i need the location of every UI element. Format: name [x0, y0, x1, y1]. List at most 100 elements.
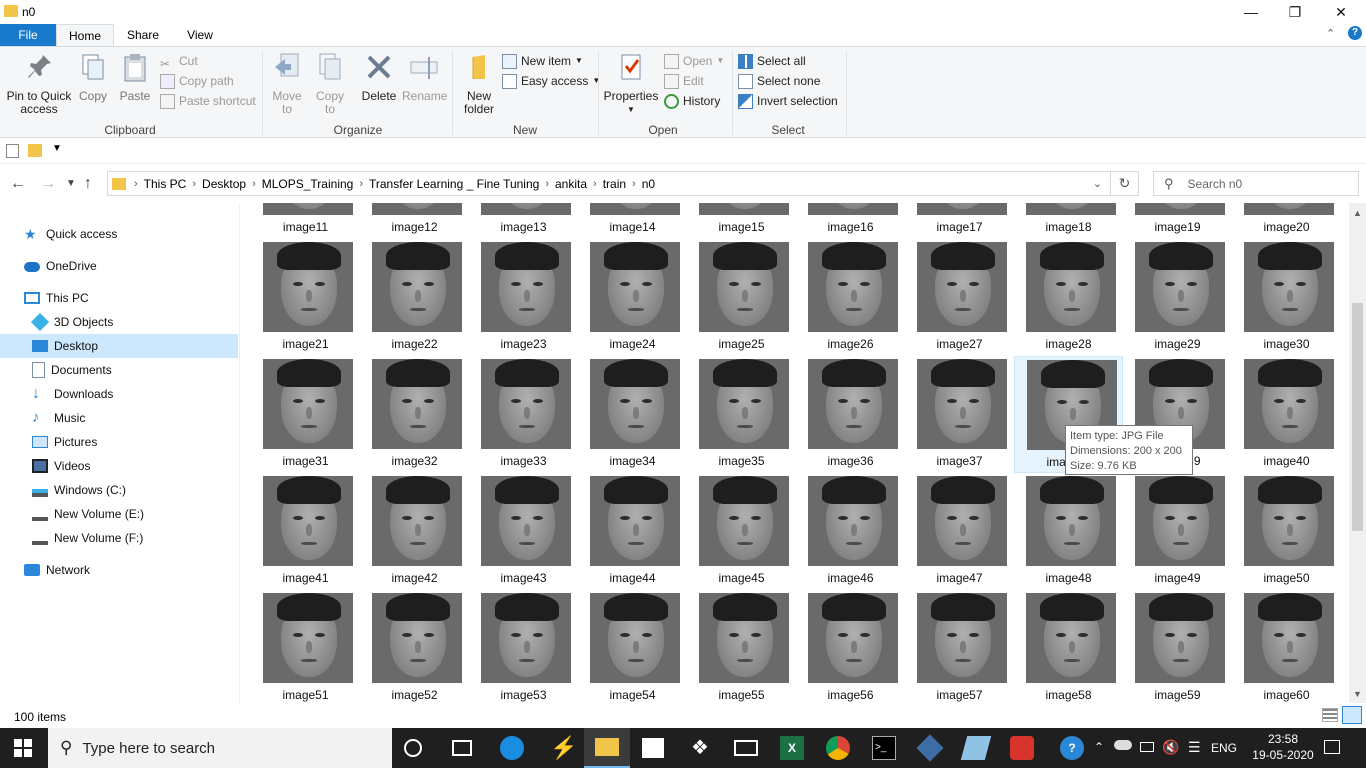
breadcrumb-desktop[interactable]: Desktop	[202, 177, 246, 191]
copy-to-button[interactable]: Copy to	[310, 51, 350, 116]
scroll-down-icon[interactable]: ▼	[1349, 686, 1366, 703]
select-none-button[interactable]: Select none	[738, 71, 842, 91]
file-item[interactable]: image47	[905, 473, 1014, 590]
file-item[interactable]: image33	[469, 356, 578, 473]
breadcrumb-ankita[interactable]: ankita	[555, 177, 587, 191]
file-item[interactable]: image21	[251, 239, 360, 356]
app-red-icon[interactable]	[1010, 736, 1034, 760]
file-item[interactable]: image49	[1123, 473, 1232, 590]
pin-quick-access-button[interactable]: Pin to Quick access	[4, 51, 74, 116]
nav-music[interactable]: ♪ Music	[0, 406, 238, 430]
file-item[interactable]: image54	[578, 590, 687, 703]
tab-file[interactable]: File	[0, 24, 56, 46]
file-item[interactable]: image46	[796, 473, 905, 590]
breadcrumb-transfer-learning[interactable]: Transfer Learning _ Fine Tuning	[369, 177, 539, 191]
restore-button[interactable]: ❐	[1272, 0, 1318, 24]
minimize-button[interactable]: —	[1228, 0, 1274, 24]
details-view-icon[interactable]	[1322, 708, 1338, 722]
file-item[interactable]: image59	[1123, 590, 1232, 703]
file-item[interactable]: image36	[796, 356, 905, 473]
file-item[interactable]: image15	[687, 203, 796, 239]
up-icon[interactable]: ↑	[84, 175, 92, 193]
select-all-button[interactable]: Select all	[738, 51, 842, 71]
edge-icon[interactable]	[500, 736, 524, 760]
file-item[interactable]: image41	[251, 473, 360, 590]
terminal-icon[interactable]: >_	[872, 736, 896, 760]
file-item[interactable]: image24	[578, 239, 687, 356]
file-item[interactable]: image22	[360, 239, 469, 356]
nav-volume-e[interactable]: New Volume (E:)	[0, 502, 238, 526]
file-item[interactable]: image25	[687, 239, 796, 356]
properties-button[interactable]: Properties ▼	[602, 51, 660, 116]
breadcrumb-mlops[interactable]: MLOPS_Training	[262, 177, 354, 191]
app-icon[interactable]	[960, 736, 992, 760]
tab-home[interactable]: Home	[56, 24, 114, 47]
vertical-scrollbar[interactable]: ▲ ▼	[1349, 203, 1366, 703]
clock-time[interactable]: 23:58	[1256, 732, 1310, 746]
cortana-icon[interactable]	[404, 739, 422, 757]
back-icon[interactable]: ←	[10, 175, 26, 193]
scroll-up-icon[interactable]: ▲	[1349, 205, 1366, 222]
file-item[interactable]: image29	[1123, 239, 1232, 356]
file-item[interactable]: image20	[1232, 203, 1341, 239]
paste-button[interactable]: Paste	[114, 51, 156, 103]
properties-qat-icon[interactable]	[6, 144, 19, 158]
file-item[interactable]: image31	[251, 356, 360, 473]
mail-icon[interactable]	[734, 740, 758, 756]
file-item[interactable]: image14	[578, 203, 687, 239]
tab-share[interactable]: Share	[114, 24, 172, 46]
file-explorer-taskbar-button[interactable]	[584, 728, 630, 768]
taskbar-search-input[interactable]: ⚲ Type here to search	[48, 728, 392, 768]
wifi-icon[interactable]: ☰	[1188, 739, 1201, 756]
large-icons-view-icon[interactable]	[1342, 706, 1362, 724]
tray-chevron-icon[interactable]: ⌃	[1094, 740, 1104, 754]
breadcrumb-this-pc[interactable]: This PC	[144, 177, 187, 191]
volume-icon[interactable]: 🔇	[1162, 739, 1179, 756]
file-item[interactable]: image28	[1014, 239, 1123, 356]
new-folder-qat-icon[interactable]	[28, 144, 42, 157]
file-item[interactable]: image35	[687, 356, 796, 473]
windows-start-icon[interactable]	[14, 739, 32, 757]
vscode-icon[interactable]: ⚡	[550, 736, 577, 760]
file-item[interactable]: image26	[796, 239, 905, 356]
rename-button[interactable]: Rename	[402, 51, 447, 103]
file-item[interactable]: image40	[1232, 356, 1341, 473]
nav-downloads[interactable]: ↓ Downloads	[0, 382, 238, 406]
nav-onedrive[interactable]: OneDrive	[0, 254, 238, 278]
copy-button[interactable]: Copy	[74, 51, 112, 103]
file-item[interactable]: image42	[360, 473, 469, 590]
history-button[interactable]: History	[664, 91, 730, 111]
open-button[interactable]: Open ▼	[664, 51, 730, 71]
file-item[interactable]: image56	[796, 590, 905, 703]
file-item[interactable]: image48	[1014, 473, 1123, 590]
edit-button[interactable]: Edit	[664, 71, 730, 91]
tab-view[interactable]: View	[172, 24, 228, 46]
file-item[interactable]: image43	[469, 473, 578, 590]
file-item[interactable]: image50	[1232, 473, 1341, 590]
file-item[interactable]: image60	[1232, 590, 1341, 703]
address-dropdown-icon[interactable]: ⌄	[1093, 177, 1102, 190]
move-to-button[interactable]: Move to	[266, 51, 308, 116]
file-item[interactable]: image58	[1014, 590, 1123, 703]
nav-windows-c[interactable]: Windows (C:)	[0, 478, 238, 502]
file-item[interactable]: image53	[469, 590, 578, 703]
file-item[interactable]: image17	[905, 203, 1014, 239]
file-item[interactable]: image19	[1123, 203, 1232, 239]
file-item[interactable]: image52	[360, 590, 469, 703]
clock-date[interactable]: 19-05-2020	[1252, 748, 1314, 762]
address-bar[interactable]: › This PC › Desktop › MLOPS_Training › T…	[107, 171, 1111, 196]
recent-locations-icon[interactable]: ▼	[66, 178, 76, 189]
breadcrumb-train[interactable]: train	[603, 177, 626, 191]
invert-selection-button[interactable]: Invert selection	[738, 91, 842, 111]
file-item[interactable]: image30	[1232, 239, 1341, 356]
file-item[interactable]: image45	[687, 473, 796, 590]
breadcrumb-n0[interactable]: n0	[642, 177, 655, 191]
easy-access-button[interactable]: Easy access ▼	[502, 71, 600, 91]
nav-documents[interactable]: Documents	[0, 358, 238, 382]
new-item-button[interactable]: New item ▼	[502, 51, 594, 71]
file-item[interactable]: image23	[469, 239, 578, 356]
help-icon[interactable]: ?	[1348, 26, 1362, 40]
nav-volume-f[interactable]: New Volume (F:)	[0, 526, 238, 550]
file-item[interactable]: image34	[578, 356, 687, 473]
file-item[interactable]: image37	[905, 356, 1014, 473]
